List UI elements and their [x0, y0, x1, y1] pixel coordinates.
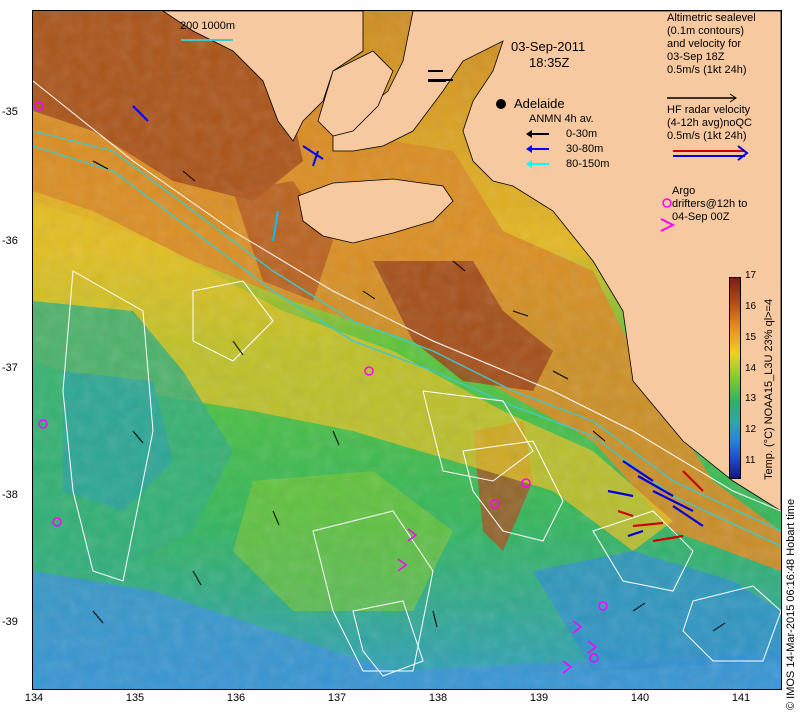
radar-legend-line-2: 0.5m/s (1kt 24h)	[667, 130, 747, 142]
argo-legend-line-0: Argo	[672, 185, 696, 197]
time-label: 18:35Z	[529, 55, 570, 70]
radar-legend-line-1: (4-12h avg)noQC	[667, 117, 752, 129]
radar-legend: HF radar velocity (4-12h avg)noQC 0.5m/s (…	[667, 104, 752, 143]
colorbar-tick: 11	[745, 455, 756, 466]
lat-tick-label: -39	[2, 616, 18, 628]
credit-label: © IMOS 14-Mar-2015 06:16:48 Hobart time	[785, 498, 797, 710]
anmn-item-1: 30-80m	[566, 143, 604, 155]
altimetry-legend-line-4: 0.5m/s (1kt 24h)	[667, 64, 747, 76]
colorbar-tick: 15	[745, 331, 757, 343]
colorbar-tick: 16	[745, 300, 757, 312]
lon-tick-label: 135	[125, 692, 145, 704]
argo-legend-line-1: drifters@12h to	[672, 198, 748, 210]
lat-tick-label: -37	[2, 362, 18, 374]
anmn-item-0: 0-30m	[566, 128, 598, 140]
argo-legend: Argo drifters@12h to 04-Sep 00Z	[672, 185, 747, 224]
date-label: 03-Sep-2011	[511, 39, 586, 54]
colorbar-tick: 14	[745, 362, 757, 374]
anmn-item-2: 80-150m	[566, 158, 610, 170]
colorbar-label: Temp. (°C) NOAA15_L3U 23% ql>=4	[763, 298, 775, 480]
lon-tick-label: 140	[630, 692, 650, 704]
lon-tick-label: 134	[24, 692, 44, 704]
lon-tick-label: 136	[226, 692, 246, 704]
lat-tick-label: -38	[2, 489, 18, 501]
anmn-title: ANMN 4h av.	[529, 113, 594, 125]
lon-tick-label: 137	[327, 692, 347, 704]
adelaide-label: Adelaide	[514, 96, 565, 111]
lat-tick-label: -35	[2, 106, 18, 118]
altimetry-legend-line-0: Altimetric sealevel	[667, 12, 756, 24]
altimetry-legend-line-3: 03-Sep 18Z	[667, 51, 725, 63]
altimetry-legend-line-2: and velocity for	[667, 38, 741, 50]
lon-tick-label: 141	[731, 692, 751, 704]
lon-tick-label: 138	[428, 692, 448, 704]
adelaide-marker	[496, 99, 506, 109]
altimetry-legend-line-1: (0.1m contours)	[667, 25, 745, 37]
argo-legend-line-2: 04-Sep 00Z	[672, 211, 730, 223]
colorbar-tick: 13	[745, 393, 757, 405]
altimetry-legend: Altimetric sealevel (0.1m contours) and ve…	[667, 12, 756, 77]
colorbar	[729, 277, 741, 479]
lat-tick-label: -36	[2, 235, 18, 247]
colorbar-tick: 17	[745, 270, 757, 281]
radar-legend-line-0: HF radar velocity	[667, 104, 751, 116]
lon-tick-label: 139	[529, 692, 549, 704]
scale-label: 200 1000m	[180, 20, 236, 32]
colorbar-tick: 12	[745, 424, 757, 436]
